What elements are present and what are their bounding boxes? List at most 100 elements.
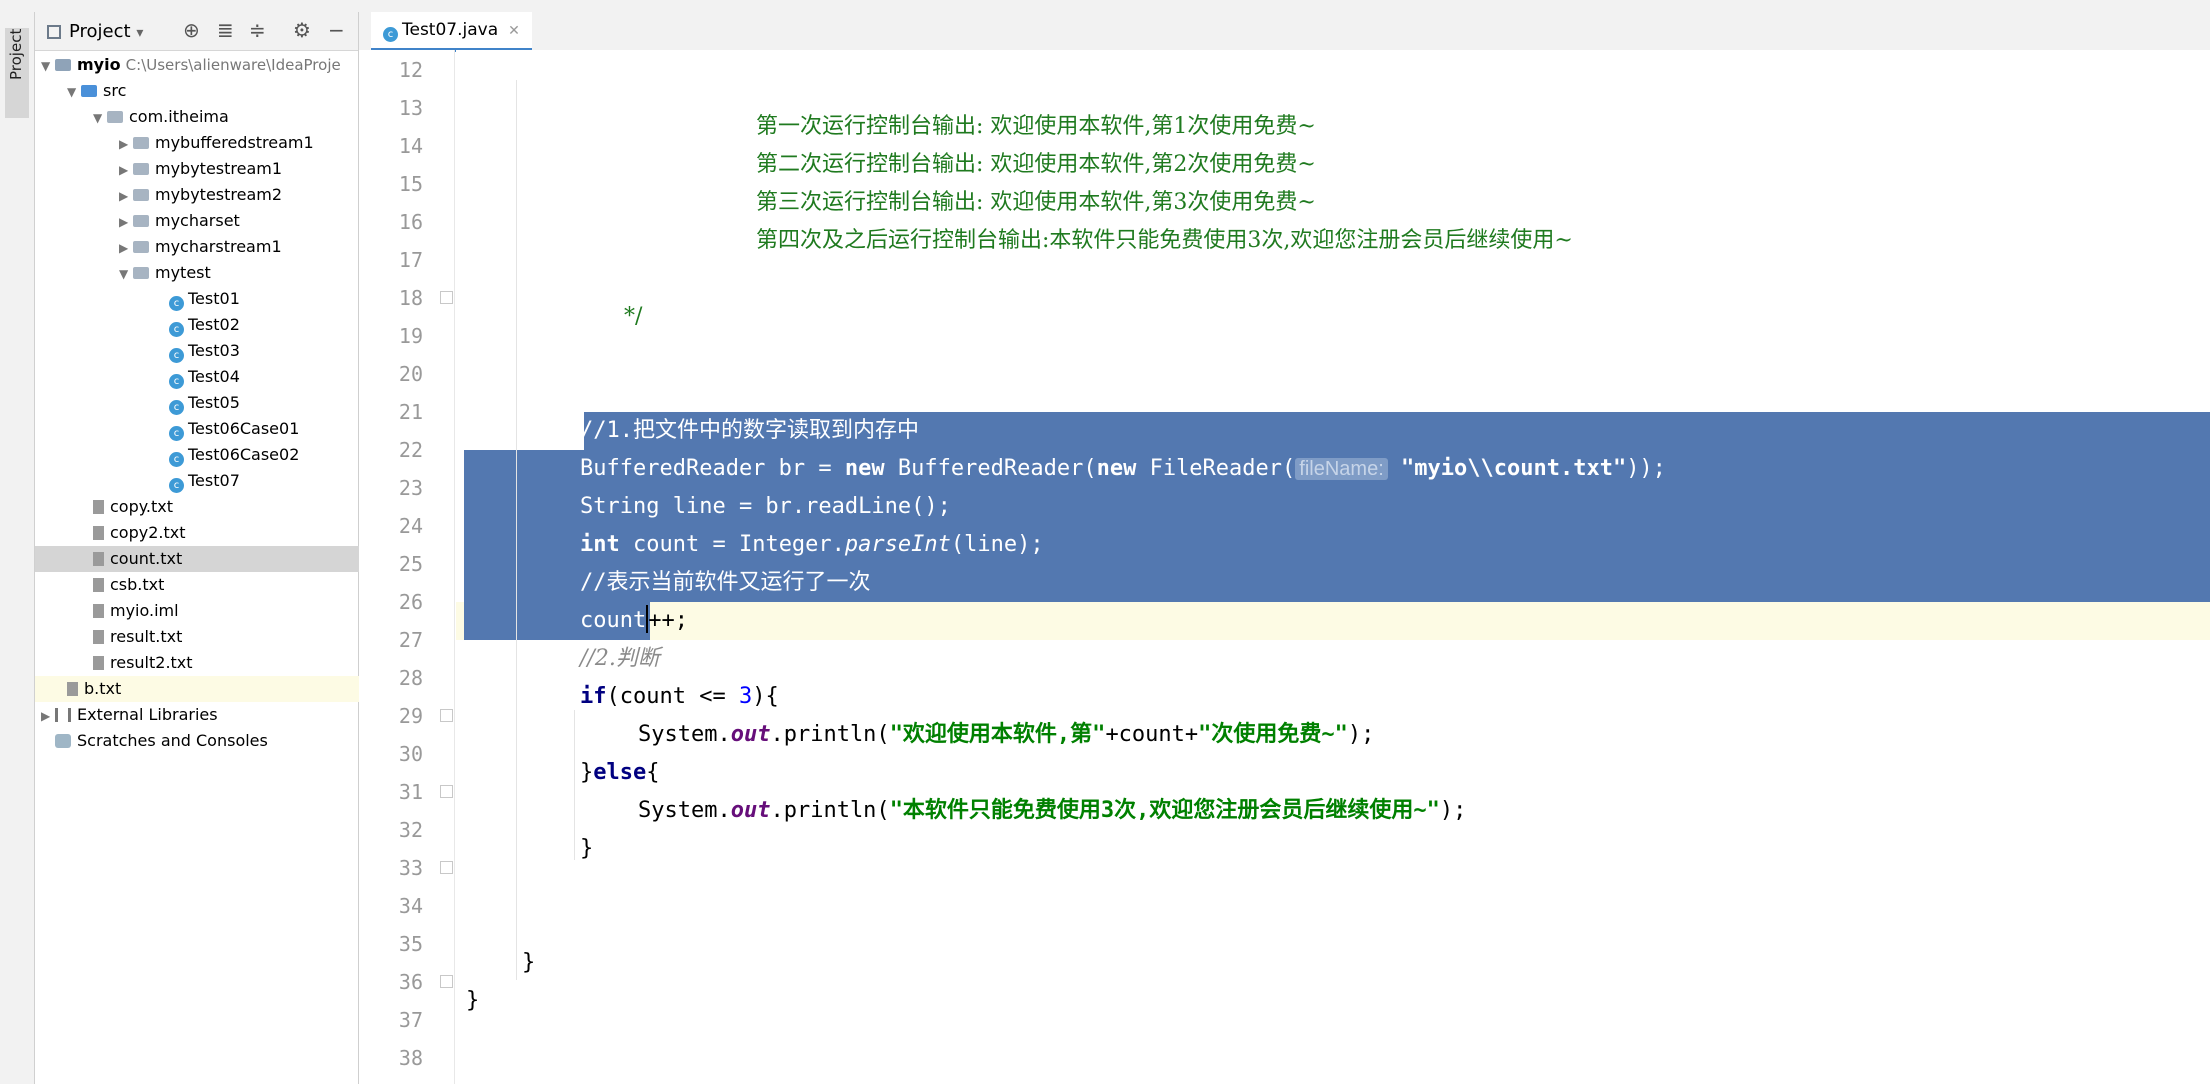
package-icon — [107, 111, 123, 123]
java-class-icon: c — [169, 478, 184, 493]
code-editor[interactable]: 第一次运行控制台输出: 欢迎使用本软件,第1次使用免费~ 第二次运行控制台输出:… — [456, 50, 2210, 1084]
package-icon — [133, 163, 149, 175]
tree-item-file[interactable]: b.txt — [35, 676, 390, 702]
root-path: C:\Users\alienware\IdeaProje — [125, 56, 341, 74]
code-line-29: if(count <= 3){ — [456, 678, 2210, 716]
tree-item-label: Test05 — [188, 393, 240, 412]
code-token: count — [580, 608, 647, 633]
tree-item-label: Test01 — [188, 289, 240, 308]
code-token: .println( — [770, 722, 890, 747]
minimize-icon[interactable]: − — [328, 18, 345, 42]
chevron-down-icon[interactable]: ▼ — [41, 53, 55, 79]
line-number: 24 — [398, 514, 423, 538]
code-keyword: if — [580, 684, 607, 709]
text-file-icon — [93, 656, 104, 670]
chevron-right-icon[interactable]: ▶ — [119, 183, 133, 209]
fold-marker-icon[interactable] — [440, 785, 453, 798]
chevron-right-icon[interactable]: ▶ — [119, 131, 133, 157]
tree-item-label: com.itheima — [129, 107, 229, 126]
code-string: "次使用免费~" — [1198, 722, 1348, 747]
line-number: 28 — [398, 666, 423, 690]
gear-icon[interactable]: ⚙ — [293, 18, 311, 42]
line-number: 14 — [398, 134, 423, 158]
line-number: 32 — [398, 818, 423, 842]
collapse-all-icon[interactable]: ≑ — [249, 18, 266, 42]
close-icon[interactable]: ✕ — [508, 23, 520, 39]
chevron-down-icon[interactable]: ▼ — [93, 105, 107, 131]
chevron-down-icon: ▾ — [136, 25, 144, 41]
tree-item-label: External Libraries — [77, 705, 218, 724]
code-line-15: 第三次运行控制台输出: 欢迎使用本软件,第3次使用免费~ — [756, 190, 1316, 215]
line-number: 16 — [398, 210, 423, 234]
chevron-down-icon[interactable]: ▼ — [119, 261, 133, 287]
java-class-icon: c — [169, 348, 184, 363]
project-tool-tab[interactable]: Project — [5, 28, 29, 118]
code-line-30: System.out.println("欢迎使用本软件,第"+count+"次使… — [456, 716, 2210, 754]
project-tool-tab-label: Project — [7, 28, 25, 80]
tab-label: Test07.java — [402, 20, 499, 40]
java-class-icon: c — [169, 374, 184, 389]
tree-item-src[interactable]: ▼ src — [35, 78, 390, 104]
tree-item-label: src — [103, 81, 127, 100]
code-line-28: //2.判断 — [580, 646, 660, 671]
fold-marker-icon[interactable] — [440, 975, 453, 988]
project-view-selector[interactable]: Project ▾ — [47, 21, 143, 42]
line-number: 27 — [398, 628, 423, 652]
java-class-icon: c — [169, 322, 184, 337]
tree-item-label: Test04 — [188, 367, 240, 386]
source-folder-icon — [81, 85, 97, 97]
code-line-27: count++; — [456, 602, 2210, 640]
code-line-36: } — [522, 950, 536, 975]
chevron-right-icon[interactable]: ▶ — [119, 235, 133, 261]
code-token: (count <= — [606, 684, 739, 709]
code-line-16: 第四次及之后运行控制台输出:本软件只能免费使用3次,欢迎您注册会员后继续使用~ — [756, 228, 1573, 253]
code-token: ); — [1439, 798, 1467, 823]
code-keyword: int — [580, 532, 620, 557]
text-file-icon — [93, 500, 104, 514]
project-view-title: Project — [69, 21, 131, 42]
code-token: ++; — [648, 608, 688, 633]
package-icon — [133, 215, 149, 227]
line-number: 13 — [398, 96, 423, 120]
project-panel: Project ▾ ⊕ ≣ ≑ ⚙ − ▼ myio C:\Users\alien… — [35, 12, 416, 1084]
chevron-right-icon[interactable]: ▶ — [41, 703, 55, 729]
tree-item-label: Test03 — [188, 341, 240, 360]
locate-icon[interactable]: ⊕ — [183, 18, 200, 42]
java-class-icon: c — [383, 27, 398, 42]
code-token: FileReader( — [1136, 456, 1296, 481]
line-number: 19 — [398, 324, 423, 348]
editor-tab-bar: c Test07.java ✕ — [359, 12, 2210, 52]
code-static-method: parseInt — [844, 532, 951, 557]
tree-item-label: result2.txt — [110, 653, 193, 672]
tree-item-scratches[interactable]: Scratches and Consoles — [35, 728, 378, 754]
package-icon — [133, 241, 149, 253]
line-number: 17 — [398, 248, 423, 272]
code-number: 3 — [738, 684, 753, 709]
line-number: 21 — [398, 400, 423, 424]
code-token: .println( — [770, 798, 890, 823]
text-file-icon — [93, 630, 104, 644]
tree-item-label: count.txt — [110, 549, 183, 568]
line-number: 23 — [398, 476, 423, 500]
tree-item-root[interactable]: ▼ myio C:\Users\alienware\IdeaProje — [35, 52, 364, 78]
tree-item-label: Test02 — [188, 315, 240, 334]
fold-marker-icon[interactable] — [440, 861, 453, 874]
tree-item-external-libraries[interactable]: ▶ External Libraries — [35, 702, 364, 728]
expand-all-icon[interactable]: ≣ — [217, 18, 234, 42]
line-number: 35 — [398, 932, 423, 956]
library-icon — [55, 708, 71, 722]
line-number: 34 — [398, 894, 423, 918]
fold-marker-icon[interactable] — [440, 709, 453, 722]
code-line-24: String line = br.readLine(); — [580, 494, 951, 519]
chevron-down-icon[interactable]: ▼ — [67, 79, 81, 105]
code-static-field: out — [730, 798, 771, 823]
chevron-right-icon[interactable]: ▶ — [119, 157, 133, 183]
parameter-hint: fileName: — [1295, 458, 1388, 480]
tree-item-label: mytest — [155, 263, 211, 282]
tab-test07-java[interactable]: c Test07.java ✕ — [371, 12, 532, 52]
line-number: 37 — [398, 1008, 423, 1032]
line-number: 30 — [398, 742, 423, 766]
fold-marker-icon[interactable] — [440, 291, 453, 304]
chevron-right-icon[interactable]: ▶ — [119, 209, 133, 235]
tree-item-label: mycharset — [155, 211, 240, 230]
